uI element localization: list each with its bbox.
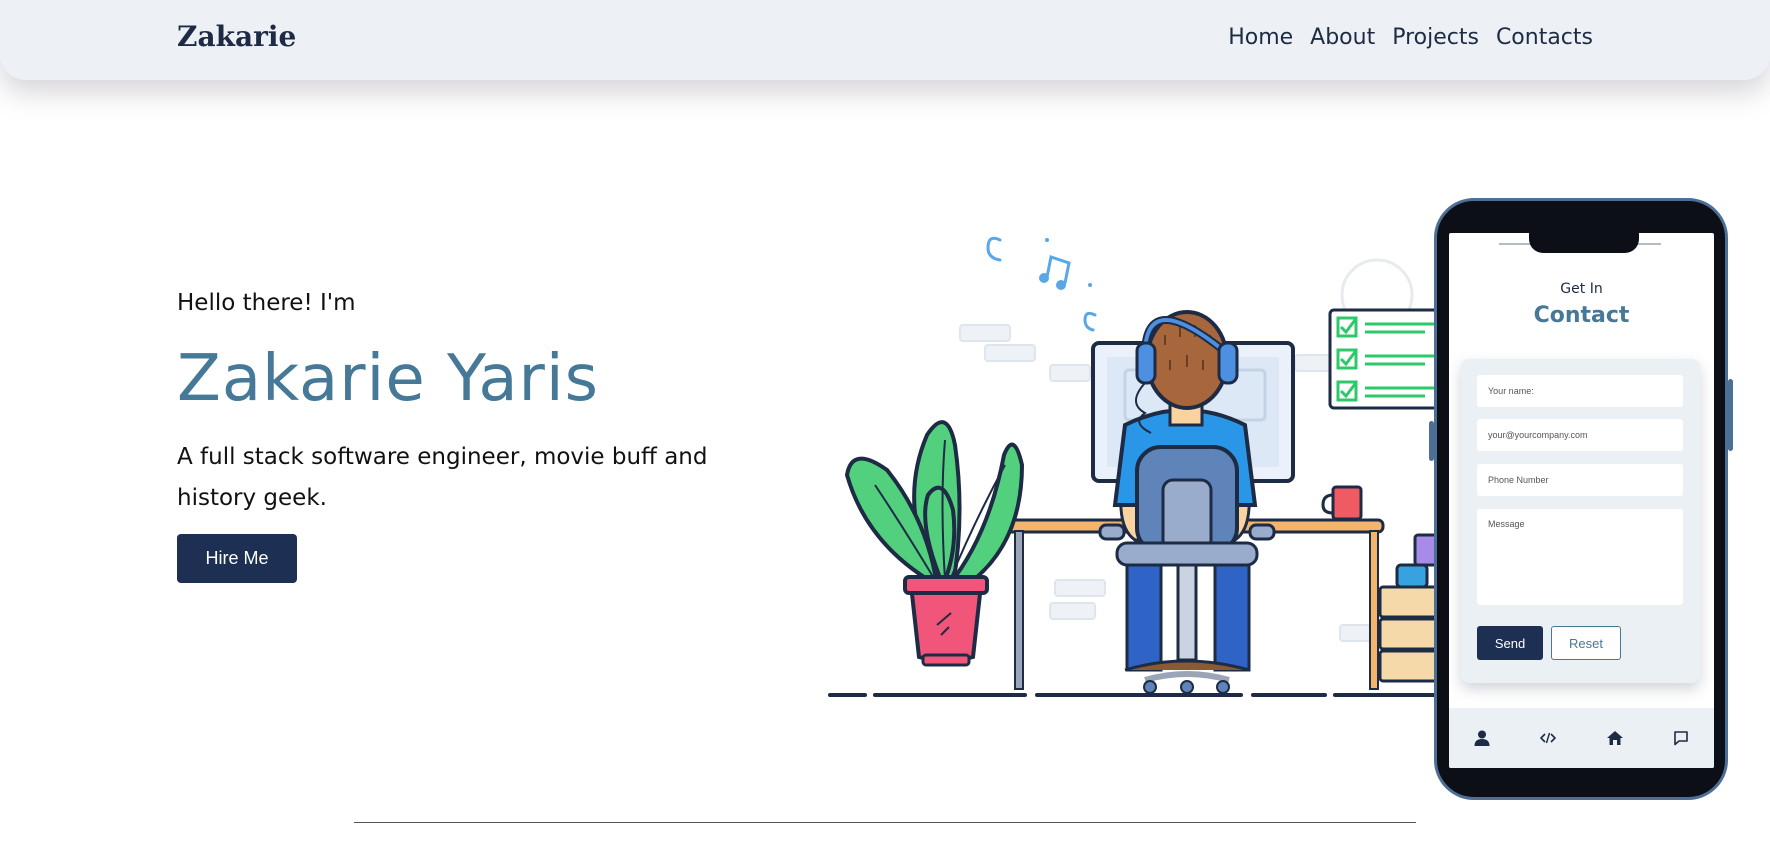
section-divider xyxy=(354,822,1416,823)
developer-desk-illustration xyxy=(828,236,1445,697)
phone-volume-button xyxy=(1429,421,1434,461)
phone-screen: Get In Contact Send Reset xyxy=(1449,233,1714,768)
phone-field[interactable] xyxy=(1477,464,1683,496)
hero-name: Zakarie Yaris xyxy=(177,342,599,416)
name-field[interactable] xyxy=(1477,375,1683,407)
code-icon[interactable] xyxy=(1537,727,1559,749)
phone-notch xyxy=(1529,231,1639,253)
brand-logo[interactable]: Zakarie xyxy=(177,20,296,53)
phone-side-button xyxy=(1728,379,1733,451)
message-field[interactable] xyxy=(1477,509,1683,605)
nav-links: Home About Projects Contacts xyxy=(1228,25,1593,50)
nav-link-projects[interactable]: Projects xyxy=(1392,25,1479,50)
phone-tab-bar xyxy=(1449,708,1714,768)
contact-title: Contact xyxy=(1533,303,1630,328)
send-button[interactable]: Send xyxy=(1477,626,1543,660)
contact-eyebrow: Get In xyxy=(1560,281,1603,297)
hero-tagline: A full stack software engineer, movie bu… xyxy=(177,444,708,511)
nav-link-home[interactable]: Home xyxy=(1228,25,1293,50)
user-icon[interactable] xyxy=(1471,727,1493,749)
email-field[interactable] xyxy=(1477,419,1683,451)
nav-link-about[interactable]: About xyxy=(1310,25,1375,50)
hire-me-button[interactable]: Hire Me xyxy=(177,534,297,583)
contact-form: Send Reset xyxy=(1461,359,1700,683)
nav-link-contacts[interactable]: Contacts xyxy=(1496,25,1593,50)
reset-button[interactable]: Reset xyxy=(1551,626,1621,660)
contact-phone-mockup: Get In Contact Send Reset xyxy=(1429,198,1733,800)
hero-greeting: Hello there! I'm xyxy=(177,290,356,316)
chat-icon[interactable] xyxy=(1670,727,1692,749)
navbar: Zakarie Home About Projects Contacts xyxy=(0,0,1770,80)
home-icon[interactable] xyxy=(1604,727,1626,749)
checklist-card xyxy=(1328,308,1442,410)
